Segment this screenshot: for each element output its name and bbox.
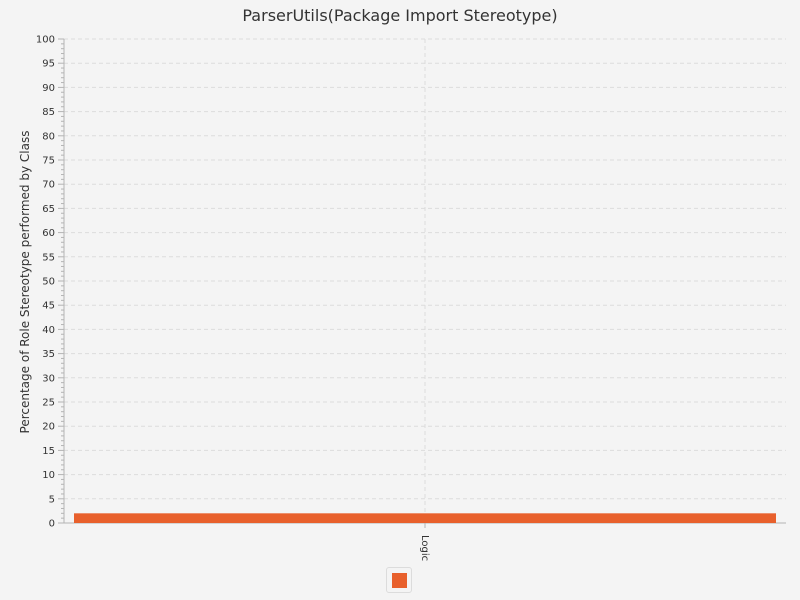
y-tick-label: 35	[42, 349, 55, 360]
y-tick-label: 10	[42, 470, 55, 481]
legend[interactable]	[386, 567, 412, 593]
y-tick-label: 25	[42, 398, 55, 409]
y-tick-label: 95	[42, 59, 55, 70]
y-tick-label: 80	[42, 131, 55, 142]
y-tick-label: 85	[42, 107, 55, 118]
y-tick-label: 20	[42, 422, 55, 433]
y-tick-label: 70	[42, 180, 55, 191]
y-tick-label: 90	[42, 83, 55, 94]
legend-swatch	[392, 573, 407, 588]
y-tick-label: 0	[49, 519, 55, 530]
y-tick-label: 100	[36, 35, 55, 46]
bar	[74, 513, 776, 523]
y-tick-label: 60	[42, 228, 55, 239]
y-tick-label: 50	[42, 277, 55, 288]
plot-area: 0 5 10 15 20 25 30 35 40 45 50 55 60 65 70 75 80 85 90 95 10…	[36, 35, 786, 561]
y-tick-label: 45	[42, 301, 55, 312]
chart-root: ParserUtils(Package Import Stereotype) P…	[0, 0, 800, 600]
y-tick-label: 15	[42, 446, 55, 457]
y-tick-label: 65	[42, 204, 55, 215]
y-tick-label: 30	[42, 373, 55, 384]
y-tick-label: 55	[42, 252, 55, 263]
x-tick-label: Logic	[419, 535, 430, 561]
y-tick-label: 75	[42, 156, 55, 167]
y-tick-label: 5	[49, 494, 55, 505]
y-tick-label: 40	[42, 325, 55, 336]
